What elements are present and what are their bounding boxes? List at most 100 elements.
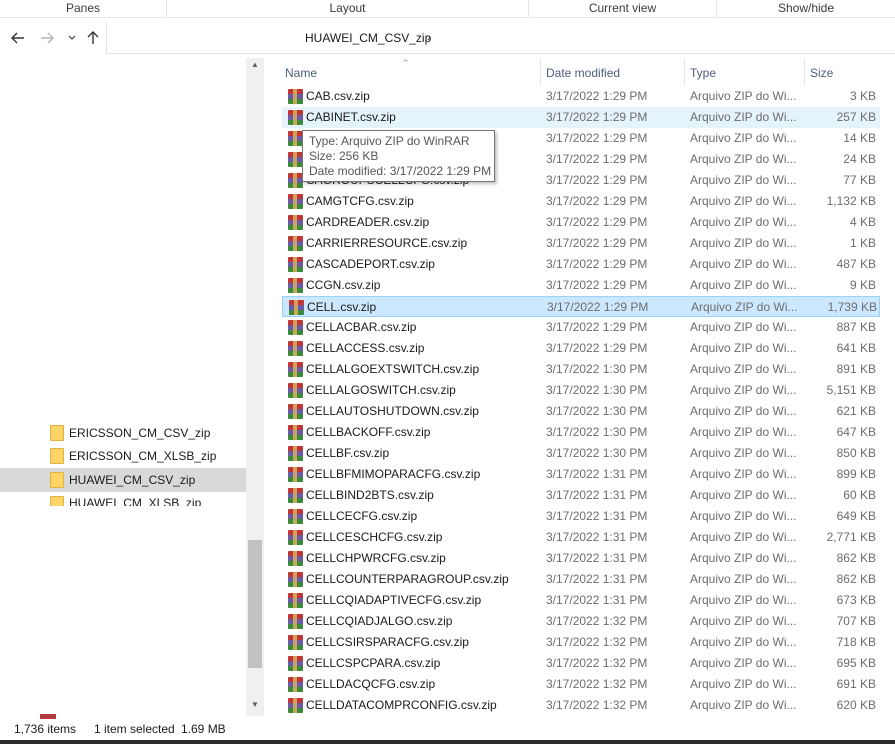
file-row[interactable]: CELLCECFG.csv.zip 3/17/2022 1:31 PM Arquiv… xyxy=(282,506,880,527)
address-bar[interactable]: HUAWEI_CM_CSV_zip › xyxy=(106,22,895,54)
file-date-modified: 3/17/2022 1:31 PM xyxy=(546,467,648,481)
file-row[interactable]: CELLALGOSWITCH.csv.zip 3/17/2022 1:30 PM A… xyxy=(282,380,880,401)
file-name: CELL.csv.zip xyxy=(307,300,377,314)
file-type: Arquivo ZIP do Wi... xyxy=(690,572,797,586)
winrar-zip-icon xyxy=(288,572,303,587)
ribbon-group-show-hide[interactable]: Show/hide xyxy=(717,0,895,18)
winrar-zip-icon xyxy=(288,404,303,419)
file-row[interactable]: CAMGTCFG.csv.zip 3/17/2022 1:29 PM Arquivo… xyxy=(282,191,880,212)
file-row[interactable]: CELL.csv.zip 3/17/2022 1:29 PM Arquivo ZIP… xyxy=(282,296,880,317)
file-date-modified: 3/17/2022 1:31 PM xyxy=(546,509,648,523)
file-row[interactable]: CAB.csv.zip 3/17/2022 1:29 PM Arquivo ZIP … xyxy=(282,86,880,107)
file-row[interactable]: CELLDATACOMPRCONFIG.csv.zip 3/17/2022 1:3… xyxy=(282,695,880,716)
file-name: CAB.csv.zip xyxy=(306,89,370,103)
column-header-date-modified[interactable]: Date modified xyxy=(540,58,684,86)
file-type: Arquivo ZIP do Wi... xyxy=(690,278,797,292)
file-row[interactable]: CARRIERRESOURCE.csv.zip 3/17/2022 1:29 PM… xyxy=(282,233,880,254)
file-name: CELLCECFG.csv.zip xyxy=(306,509,418,523)
file-row[interactable]: CELLACBAR.csv.zip 3/17/2022 1:29 PM Arquiv… xyxy=(282,317,880,338)
file-row[interactable]: CABINET.csv.zip 3/17/2022 1:29 PM Arquivo … xyxy=(282,107,880,128)
file-name: CELLCQIADAPTIVECFG.csv.zip xyxy=(306,593,482,607)
file-row[interactable]: CELLAUTOSHUTDOWN.csv.zip 3/17/2022 1:30 P… xyxy=(282,401,880,422)
file-type: Arquivo ZIP do Wi... xyxy=(690,173,797,187)
file-row[interactable]: CELLCESCHCFG.csv.zip 3/17/2022 1:31 PM Arq… xyxy=(282,527,880,548)
ribbon-group-panes[interactable]: Panes xyxy=(0,0,167,18)
file-date-modified: 3/17/2022 1:29 PM xyxy=(546,236,648,250)
file-row[interactable]: CELLACCESS.csv.zip 3/17/2022 1:29 PM Arqui… xyxy=(282,338,880,359)
file-row[interactable]: CELLCSIRSPARACFG.csv.zip 3/17/2022 1:32 P… xyxy=(282,632,880,653)
winrar-zip-icon xyxy=(288,257,303,272)
file-row[interactable]: CELLCOUNTERPARAGROUP.csv.zip 3/17/2022 1:… xyxy=(282,569,880,590)
navigation-pane-scrollbar[interactable]: ▲ ▼ xyxy=(246,58,264,716)
sidebar-item-ericsson-cm-xlsb-zip[interactable]: ERICSSON_CM_XLSB_zip xyxy=(0,444,246,468)
file-date-modified: 3/17/2022 1:32 PM xyxy=(546,635,648,649)
column-header-size[interactable]: Size xyxy=(804,58,884,86)
tooltip-date: Date modified: 3/17/2022 1:29 PM xyxy=(309,164,492,178)
winrar-zip-icon xyxy=(288,89,303,104)
file-name: CABINET.csv.zip xyxy=(306,110,396,124)
file-row[interactable]: CELLBACKOFF.csv.zip 3/17/2022 1:30 PM Arqu… xyxy=(282,422,880,443)
winrar-zip-icon xyxy=(288,677,303,692)
file-date-modified: 3/17/2022 1:30 PM xyxy=(546,383,648,397)
file-size: 621 KB xyxy=(836,404,876,418)
file-date-modified: 3/17/2022 1:32 PM xyxy=(546,614,648,628)
file-size: 862 KB xyxy=(836,572,876,586)
file-row[interactable]: CELLALGOEXTSWITCH.csv.zip 3/17/2022 1:30 … xyxy=(282,359,880,380)
recent-locations-button[interactable] xyxy=(63,28,81,48)
file-type: Arquivo ZIP do Wi... xyxy=(690,593,797,607)
winrar-zip-icon xyxy=(288,446,303,461)
file-row[interactable]: CELLCSPCPARA.csv.zip 3/17/2022 1:32 PM Arq… xyxy=(282,653,880,674)
file-date-modified: 3/17/2022 1:30 PM xyxy=(546,404,648,418)
winrar-zip-icon xyxy=(289,300,304,315)
status-item-count: 1,736 items xyxy=(14,722,77,736)
up-button[interactable] xyxy=(84,28,102,48)
scroll-up-icon[interactable]: ▲ xyxy=(246,60,264,74)
forward-button[interactable] xyxy=(38,28,56,48)
column-header-type[interactable]: Type xyxy=(684,58,804,86)
file-type: Arquivo ZIP do Wi... xyxy=(690,614,797,628)
address-breadcrumb-current[interactable]: HUAWEI_CM_CSV_zip xyxy=(305,31,431,45)
file-date-modified: 3/17/2022 1:29 PM xyxy=(546,194,648,208)
file-size: 718 KB xyxy=(836,635,876,649)
back-button[interactable] xyxy=(9,28,27,48)
file-date-modified: 3/17/2022 1:29 PM xyxy=(547,300,649,314)
ribbon-group-current-view[interactable]: Current view xyxy=(529,0,717,18)
tooltip-size: Size: 256 KB xyxy=(309,149,379,163)
sidebar-item-ericsson-cm-csv-zip[interactable]: ERICSSON_CM_CSV_zip xyxy=(0,421,246,445)
column-header-name[interactable]: Name xyxy=(280,58,540,86)
breadcrumb-chevron-icon[interactable]: › xyxy=(427,30,431,44)
file-type: Arquivo ZIP do Wi... xyxy=(690,677,797,691)
file-row[interactable]: CELLBFMIMOPARACFG.csv.zip 3/17/2022 1:31 … xyxy=(282,464,880,485)
file-row[interactable]: CELLBIND2BTS.csv.zip 3/17/2022 1:31 PM Arq… xyxy=(282,485,880,506)
ribbon-group-layout[interactable]: Layout xyxy=(167,0,529,18)
sidebar-item-huawei-cm-xlsb-zip[interactable]: HUAWEI_CM_XLSB_zip xyxy=(0,492,246,506)
sidebar-item-label: HUAWEI_CM_CSV_zip xyxy=(69,473,196,487)
file-row[interactable]: CARDREADER.csv.zip 3/17/2022 1:29 PM Arqui… xyxy=(282,212,880,233)
winrar-zip-icon xyxy=(288,173,303,188)
file-row[interactable]: CCGN.csv.zip 3/17/2022 1:29 PM Arquivo ZIP… xyxy=(282,275,880,296)
file-type: Arquivo ZIP do Wi... xyxy=(690,236,797,250)
file-row[interactable]: CELLCQIADAPTIVECFG.csv.zip 3/17/2022 1:31… xyxy=(282,590,880,611)
file-date-modified: 3/17/2022 1:29 PM xyxy=(546,278,648,292)
file-date-modified: 3/17/2022 1:29 PM xyxy=(546,131,648,145)
scroll-down-icon[interactable]: ▼ xyxy=(246,700,264,714)
winrar-zip-icon xyxy=(288,152,303,167)
arrow-left-icon xyxy=(11,32,24,44)
sidebar-item-huawei-cm-csv-zip[interactable]: HUAWEI_CM_CSV_zip xyxy=(0,468,246,492)
scrollbar-thumb[interactable] xyxy=(248,540,262,668)
file-row[interactable]: CELLDACQCFG.csv.zip 3/17/2022 1:32 PM Arqu… xyxy=(282,674,880,695)
winrar-zip-icon xyxy=(288,551,303,566)
file-row[interactable]: CELLBF.csv.zip 3/17/2022 1:30 PM Arquivo Z… xyxy=(282,443,880,464)
file-row[interactable]: CELLCQIADJALGO.csv.zip 3/17/2022 1:32 PM A… xyxy=(282,611,880,632)
file-row[interactable]: CELLCHPWRCFG.csv.zip 3/17/2022 1:31 PM Arq… xyxy=(282,548,880,569)
status-selection-size: 1.69 MB xyxy=(181,722,226,736)
file-row[interactable]: CASCADEPORT.csv.zip 3/17/2022 1:29 PM Arqu… xyxy=(282,254,880,275)
file-name: CARDREADER.csv.zip xyxy=(306,215,430,229)
file-type: Arquivo ZIP do Wi... xyxy=(690,635,797,649)
file-type: Arquivo ZIP do Wi... xyxy=(690,656,797,670)
file-name: CELLCHPWRCFG.csv.zip xyxy=(306,551,446,565)
navigation-pane: ERICSSON_CM_CSV_zip ERICSSON_CM_XLSB_zip… xyxy=(0,58,264,716)
file-date-modified: 3/17/2022 1:31 PM xyxy=(546,530,648,544)
file-tooltip: Type: Arquivo ZIP do WinRAR Size: 256 KB… xyxy=(302,130,495,182)
file-type: Arquivo ZIP do Wi... xyxy=(690,446,797,460)
